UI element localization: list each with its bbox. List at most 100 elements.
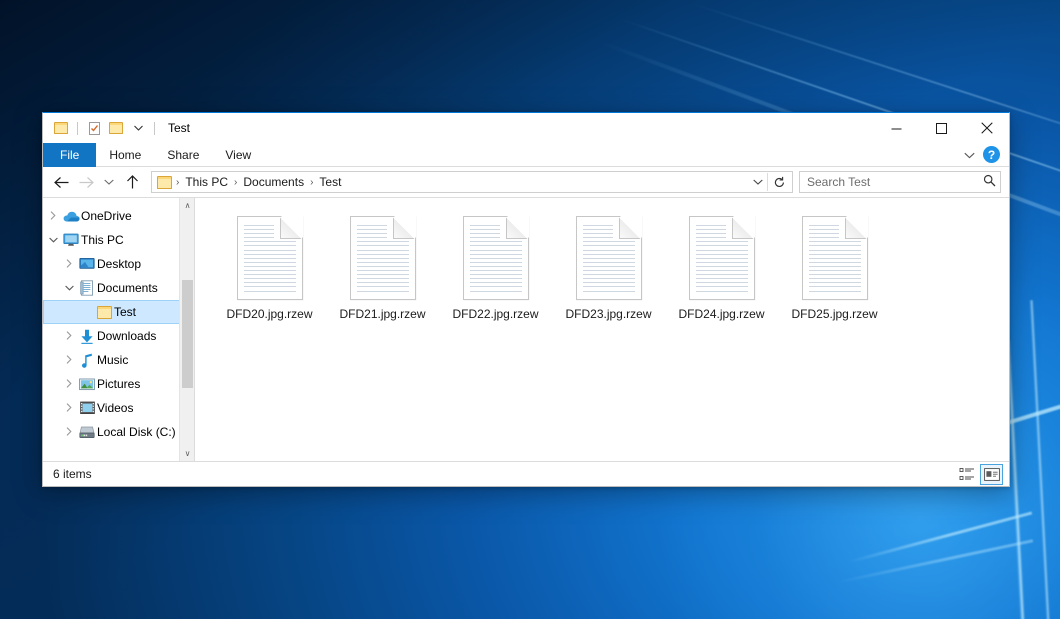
scroll-up-button[interactable]: ∧ bbox=[180, 198, 195, 213]
scrollbar-thumb[interactable] bbox=[182, 280, 193, 388]
view-toggle-group bbox=[955, 464, 1003, 485]
search-box[interactable]: Search Test bbox=[799, 171, 1001, 193]
title-bar: Test bbox=[43, 113, 1009, 143]
toolbar-divider bbox=[154, 122, 155, 135]
sidebar-item-onedrive[interactable]: OneDrive bbox=[43, 204, 194, 228]
file-item[interactable]: DFD20.jpg.rzew bbox=[213, 210, 326, 332]
sidebar-item-label: Test bbox=[114, 305, 136, 319]
help-button[interactable]: ? bbox=[983, 146, 1000, 163]
close-button[interactable] bbox=[964, 113, 1009, 143]
chevron-down-icon[interactable] bbox=[45, 236, 61, 245]
sidebar-item-videos[interactable]: Videos bbox=[43, 396, 194, 420]
sidebar-item-label: This PC bbox=[81, 233, 124, 247]
file-explorer-window: Test File Home Share View bbox=[42, 112, 1010, 487]
back-button[interactable] bbox=[49, 171, 73, 193]
sidebar-item-label: Downloads bbox=[97, 329, 156, 343]
sidebar-item-local-disk-c[interactable]: Local Disk (C:) bbox=[43, 420, 194, 444]
chevron-down-icon[interactable] bbox=[61, 284, 77, 293]
chevron-down-icon[interactable] bbox=[749, 172, 767, 192]
recent-locations-button[interactable] bbox=[99, 171, 119, 193]
address-bar[interactable]: › This PC › Documents › Test bbox=[151, 171, 793, 193]
generic-document-icon bbox=[689, 216, 755, 300]
file-list-pane[interactable]: DFD20.jpg.rzew DFD21.jpg.rzewDFD22.jpg.rz… bbox=[195, 198, 1009, 461]
tab-view[interactable]: View bbox=[212, 143, 264, 167]
file-grid: DFD20.jpg.rzew DFD21.jpg.rzewDFD22.jpg.rz… bbox=[195, 198, 1009, 332]
search-icon bbox=[983, 174, 996, 190]
sidebar-item-documents[interactable]: Documents bbox=[43, 276, 194, 300]
sidebar-item-this-pc[interactable]: This PC bbox=[43, 228, 194, 252]
sidebar-item-label: Documents bbox=[97, 281, 158, 295]
file-item[interactable]: DFD24.jpg.rzew bbox=[665, 210, 778, 332]
scroll-down-button[interactable]: ∨ bbox=[180, 446, 195, 461]
document-icon bbox=[77, 280, 97, 296]
sidebar-item-test[interactable]: Test bbox=[43, 300, 194, 324]
quick-access-toolbar bbox=[43, 119, 158, 137]
maximize-button[interactable] bbox=[919, 113, 964, 143]
chevron-right-icon[interactable] bbox=[61, 379, 77, 390]
properties-icon[interactable] bbox=[85, 119, 103, 137]
file-name-label: DFD20.jpg.rzew bbox=[226, 307, 312, 321]
minimize-button[interactable] bbox=[874, 113, 919, 143]
chevron-right-icon[interactable] bbox=[61, 427, 77, 438]
tab-file[interactable]: File bbox=[43, 143, 96, 167]
up-button[interactable] bbox=[120, 171, 144, 193]
sidebar-scrollbar[interactable]: ∧ ∨ bbox=[179, 198, 194, 461]
file-item[interactable]: DFD23.jpg.rzew bbox=[552, 210, 665, 332]
tab-share[interactable]: Share bbox=[154, 143, 212, 167]
breadcrumb-test[interactable]: Test bbox=[314, 172, 346, 192]
generic-document-icon bbox=[802, 216, 868, 300]
sidebar-item-pictures[interactable]: Pictures bbox=[43, 372, 194, 396]
file-item[interactable]: DFD25.jpg.rzew bbox=[778, 210, 891, 332]
sidebar-item-label: Desktop bbox=[97, 257, 141, 271]
file-name-label: DFD23.jpg.rzew bbox=[565, 307, 651, 321]
details-view-button[interactable] bbox=[955, 464, 978, 485]
file-item[interactable]: DFD22.jpg.rzew bbox=[439, 210, 552, 332]
chevron-right-icon[interactable] bbox=[45, 211, 61, 222]
page-fold-corner bbox=[619, 217, 641, 239]
sidebar-item-desktop[interactable]: Desktop bbox=[43, 252, 194, 276]
navigation-bar: › This PC › Documents › Test bbox=[43, 167, 1009, 197]
disk-icon bbox=[77, 426, 97, 439]
chevron-right-icon[interactable] bbox=[61, 403, 77, 414]
chevron-down-icon[interactable] bbox=[129, 119, 147, 137]
chevron-right-icon[interactable] bbox=[61, 259, 77, 270]
page-fold-corner bbox=[845, 217, 867, 239]
search-input[interactable]: Search Test bbox=[807, 175, 983, 189]
status-bar: 6 items bbox=[43, 461, 1009, 486]
page-fold-corner bbox=[506, 217, 528, 239]
sidebar-item-label: Local Disk (C:) bbox=[97, 425, 176, 439]
file-name-label: DFD25.jpg.rzew bbox=[791, 307, 877, 321]
generic-document-icon bbox=[350, 216, 416, 300]
sidebar-item-downloads[interactable]: Downloads bbox=[43, 324, 194, 348]
item-count-label: 6 items bbox=[53, 467, 92, 481]
new-folder-icon[interactable] bbox=[107, 119, 125, 137]
forward-button[interactable] bbox=[74, 171, 98, 193]
file-name-label: DFD24.jpg.rzew bbox=[678, 307, 764, 321]
videos-icon bbox=[77, 401, 97, 415]
sidebar-item-label: Videos bbox=[97, 401, 133, 415]
generic-document-icon bbox=[463, 216, 529, 300]
sidebar-item-label: OneDrive bbox=[81, 209, 132, 223]
sidebar-item-label: Music bbox=[97, 353, 128, 367]
chevron-right-icon[interactable] bbox=[61, 331, 77, 342]
breadcrumb-this-pc[interactable]: This PC bbox=[180, 172, 233, 192]
page-fold-corner bbox=[393, 217, 415, 239]
breadcrumb-documents[interactable]: Documents bbox=[238, 172, 309, 192]
folder-icon bbox=[157, 176, 172, 189]
ribbon-right-controls: ? bbox=[964, 143, 1009, 166]
monitor-icon bbox=[61, 233, 81, 247]
tab-home[interactable]: Home bbox=[96, 143, 154, 167]
chevron-right-icon[interactable] bbox=[61, 355, 77, 366]
pictures-icon bbox=[77, 378, 97, 391]
navigation-pane: OneDrive This PC Desktop Documents Test Downl… bbox=[43, 198, 195, 461]
sidebar-item-music[interactable]: Music bbox=[43, 348, 194, 372]
file-item[interactable]: DFD21.jpg.rzew bbox=[326, 210, 439, 332]
music-icon bbox=[77, 353, 97, 368]
refresh-button[interactable] bbox=[768, 172, 790, 192]
folder-icon[interactable] bbox=[52, 119, 70, 137]
toolbar-divider bbox=[77, 122, 78, 135]
window-controls bbox=[874, 113, 1009, 143]
large-icons-view-button[interactable] bbox=[980, 464, 1003, 485]
cloud-icon bbox=[61, 210, 81, 223]
chevron-down-icon[interactable] bbox=[964, 148, 975, 162]
